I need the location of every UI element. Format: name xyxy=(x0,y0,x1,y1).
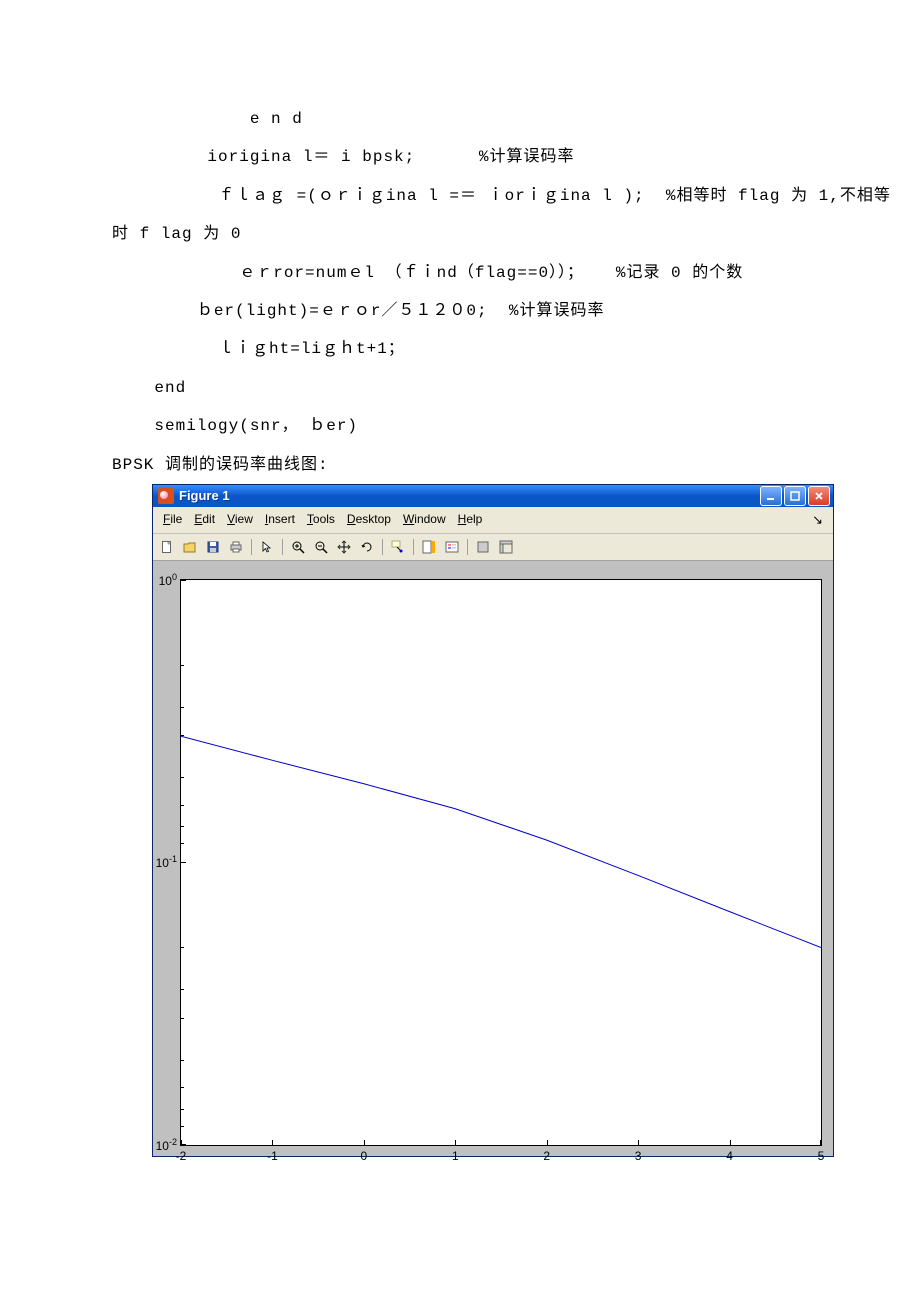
x-tick-label: 3 xyxy=(635,1145,642,1163)
matlab-figure-window: Figure 1 File Edit View Insert Tools Des… xyxy=(152,484,834,1157)
save-icon[interactable] xyxy=(203,537,223,557)
x-tick-label: 0 xyxy=(361,1145,368,1163)
code-line-5: ｅｒror=numｅl （ｆｉnd（flag==0））； %记录 0 的个数 xyxy=(112,254,808,292)
separator xyxy=(467,539,468,555)
menu-window[interactable]: Window xyxy=(397,510,452,530)
code-line-7: ｌｉｇht=liｇｈt+1； xyxy=(112,330,808,368)
menu-edit[interactable]: Edit xyxy=(188,510,221,530)
code-line-2: iorigina l＝ i bpsk; %计算误码率 xyxy=(112,138,808,176)
y-tick-label: 100 xyxy=(159,572,181,588)
code-line-3: ｆｌａｇ =(ｏｒｉｇina l =＝ ｉorｉｇina l ); %相等时 f… xyxy=(112,177,808,215)
code-line-8: end xyxy=(112,369,808,407)
x-tick-label: 1 xyxy=(452,1145,459,1163)
plot-background: 100 10-1 10-2 xyxy=(153,561,833,1156)
dock-arrow-icon[interactable]: ↘ xyxy=(806,510,829,530)
code-line-1: e n d xyxy=(112,100,808,138)
y-tick-label: 10-1 xyxy=(156,854,181,870)
zoom-in-icon[interactable] xyxy=(288,537,308,557)
separator xyxy=(413,539,414,555)
datatip-icon[interactable] xyxy=(388,537,408,557)
matlab-icon xyxy=(158,488,174,504)
plot-axes[interactable]: 100 10-1 10-2 xyxy=(180,579,822,1146)
code-line-9: semilogy(snr， ｂer) xyxy=(112,407,808,445)
code-line-4: 时 f lag 为 0 xyxy=(112,215,808,253)
rotate-icon[interactable] xyxy=(357,537,377,557)
menu-tools[interactable]: Tools xyxy=(301,510,341,530)
menu-help[interactable]: Help xyxy=(452,510,489,530)
x-tick-label: -2 xyxy=(176,1145,187,1163)
legend-icon[interactable] xyxy=(442,537,462,557)
close-button[interactable] xyxy=(808,486,830,506)
zoom-out-icon[interactable] xyxy=(311,537,331,557)
code-line-6: ｂer(light)=ｅｒｏr／５１２０0; %计算误码率 xyxy=(112,292,808,330)
menu-file[interactable]: File xyxy=(157,510,188,530)
x-tick-label: 5 xyxy=(818,1145,825,1163)
x-tick-label: 4 xyxy=(726,1145,733,1163)
separator xyxy=(282,539,283,555)
open-file-icon[interactable] xyxy=(180,537,200,557)
window-title: Figure 1 xyxy=(179,488,760,503)
titlebar[interactable]: Figure 1 xyxy=(153,485,833,507)
toolbar xyxy=(153,533,833,561)
show-tools-icon[interactable] xyxy=(496,537,516,557)
pointer-icon[interactable] xyxy=(257,537,277,557)
print-icon[interactable] xyxy=(226,537,246,557)
menu-insert[interactable]: Insert xyxy=(259,510,301,530)
maximize-button[interactable] xyxy=(784,486,806,506)
separator xyxy=(382,539,383,555)
ber-curve xyxy=(181,580,821,1145)
pan-icon[interactable] xyxy=(334,537,354,557)
chart-caption: BPSK 调制的误码率曲线图: xyxy=(112,446,808,484)
menu-view[interactable]: View xyxy=(221,510,259,530)
minimize-button[interactable] xyxy=(760,486,782,506)
menu-desktop[interactable]: Desktop xyxy=(341,510,397,530)
menubar: File Edit View Insert Tools Desktop Wind… xyxy=(153,507,833,533)
x-tick-label: -1 xyxy=(267,1145,278,1163)
separator xyxy=(251,539,252,555)
x-tick-label: 2 xyxy=(543,1145,550,1163)
hide-tools-icon[interactable] xyxy=(473,537,493,557)
colorbar-icon[interactable] xyxy=(419,537,439,557)
new-file-icon[interactable] xyxy=(157,537,177,557)
